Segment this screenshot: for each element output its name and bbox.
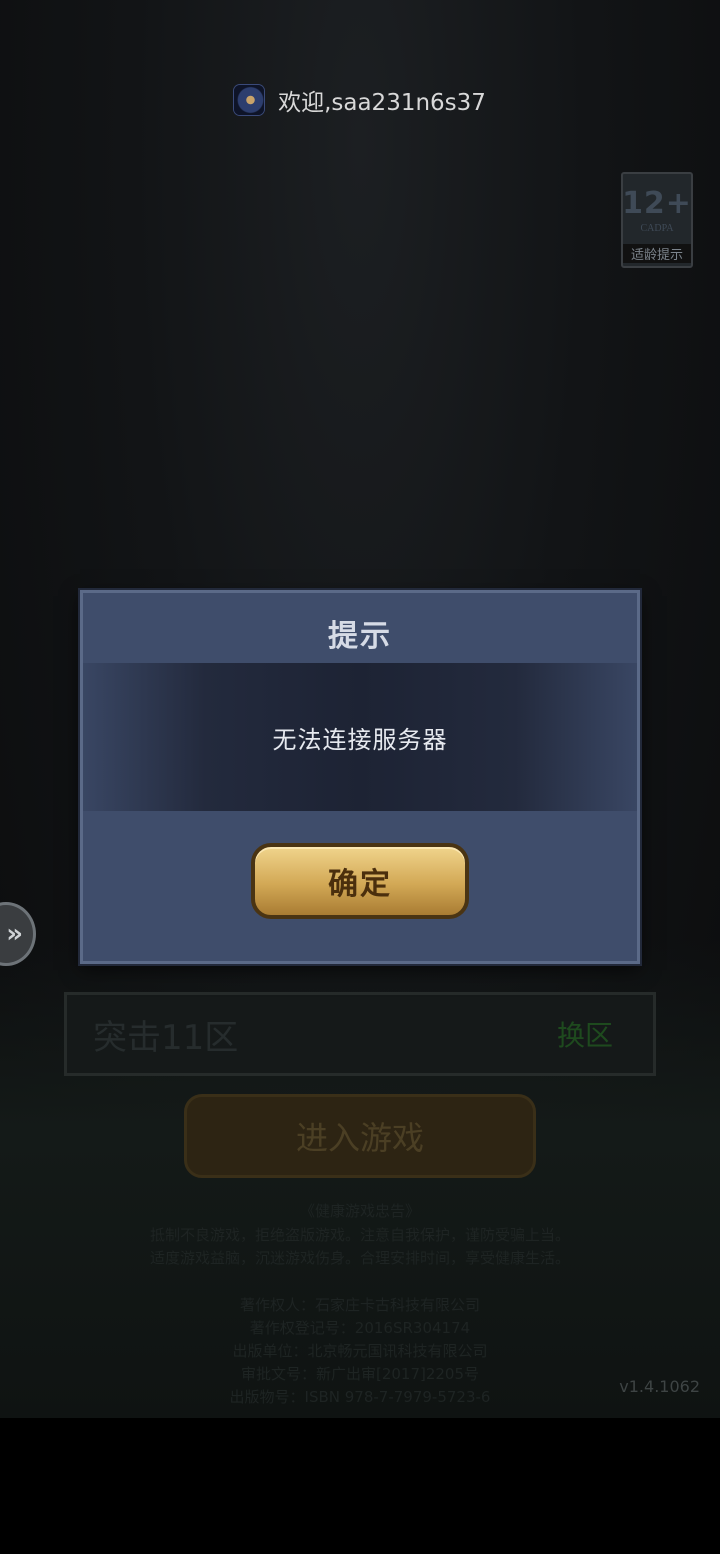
isbn-number: 出版物号：ISBN 978-7-7979-5723-6 (229, 1388, 491, 1406)
server-name: 突击11区 (93, 1017, 239, 1058)
server-selector[interactable]: 突击11区 换区 (64, 992, 656, 1076)
age-rating-badge[interactable]: 12+ CADPA 适龄提示 (621, 172, 693, 268)
age-rating-label: 12+ (622, 186, 692, 221)
welcome-banner: 欢迎,saa231n6s37 (0, 84, 720, 116)
dialog-message-panel: 无法连接服务器 (83, 663, 637, 811)
dialog-title: 提示 (328, 619, 392, 654)
copyright-holder: 著作权人：石家庄卡古科技有限公司 (239, 1296, 480, 1314)
alert-dialog: 提示 无法连接服务器 确定 (80, 590, 640, 964)
confirm-button[interactable]: 确定 (251, 843, 469, 919)
age-rating-tip: 适龄提示 (623, 244, 691, 263)
switch-server-button[interactable]: 换区 (557, 1014, 613, 1054)
double-chevron-right-icon: » (6, 919, 23, 949)
publisher: 出版单位：北京畅元国讯科技有限公司 (232, 1342, 488, 1360)
welcome-text: 欢迎,saa231n6s37 (278, 90, 486, 116)
dialog-message: 无法连接服务器 (272, 725, 448, 754)
approval-number: 审批文号：新广出审[2017]2205号 (240, 1365, 480, 1383)
health-notice-line-1: 抵制不良游戏，拒绝盗版游戏。注意自我保护，谨防受骗上当。 (149, 1226, 570, 1244)
version-label: v1.4.1062 (619, 1377, 700, 1396)
game-avatar-icon (234, 85, 265, 115)
copyright-reg-no: 著作权登记号：2016SR304174 (249, 1319, 471, 1337)
enter-game-button[interactable]: 进入游戏 (184, 1094, 536, 1178)
health-notice-title: 《健康游戏忠告》 (299, 1202, 420, 1220)
age-rating-org: CADPA (640, 223, 674, 234)
health-notice-line-2: 适度游戏益脑，沉迷游戏伤身。合理安排时间，享受健康生活。 (149, 1249, 570, 1267)
bottom-black-bar (0, 1418, 720, 1554)
